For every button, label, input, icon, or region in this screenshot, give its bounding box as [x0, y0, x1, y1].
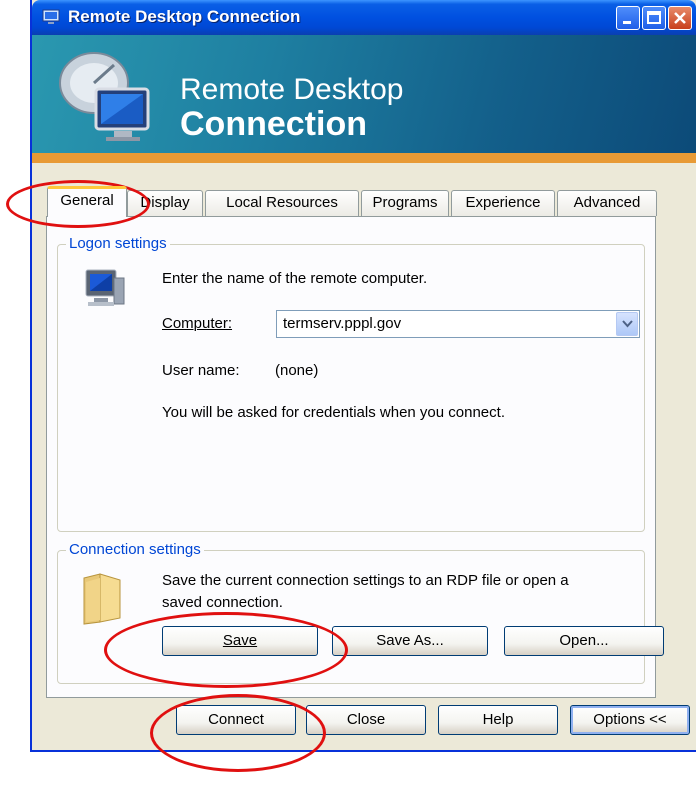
open-button[interactable]: Open... [504, 626, 664, 656]
banner: Remote Desktop Connection [32, 35, 696, 163]
close-button[interactable]: Close [306, 705, 426, 735]
minimize-button[interactable] [616, 6, 640, 30]
computer-value: termserv.pppl.gov [283, 315, 402, 332]
tab-display[interactable]: Display [127, 190, 203, 216]
connection-settings-group: Connection settings [57, 541, 645, 684]
banner-title-line1: Remote Desktop [180, 73, 404, 106]
satellite-monitor-icon [59, 52, 150, 141]
credentials-note: You will be asked for credentials when y… [162, 404, 505, 421]
username-label: User name: [162, 362, 240, 379]
computer-label: Computer: [162, 315, 233, 332]
window-title: Remote Desktop Connection [68, 7, 301, 26]
tab-programs[interactable]: Programs [361, 190, 449, 216]
connect-button[interactable]: Connect [176, 705, 296, 735]
close-window-button[interactable] [668, 6, 692, 30]
tab-experience[interactable]: Experience [451, 190, 555, 216]
tab-general[interactable]: General [47, 186, 127, 217]
folder-icon [83, 573, 121, 625]
computer-combobox[interactable]: termserv.pppl.gov [276, 310, 640, 338]
maximize-button[interactable] [642, 6, 666, 30]
banner-stripe [32, 153, 696, 163]
banner-title-line2: Connection [180, 105, 367, 143]
title-bar[interactable]: Remote Desktop Connection [32, 0, 696, 35]
maximize-icon [647, 11, 661, 24]
computer-icon [85, 269, 125, 306]
tab-local-resources[interactable]: Local Resources [205, 190, 359, 216]
chevron-down-icon [622, 320, 633, 328]
help-button[interactable]: Help [438, 705, 558, 735]
save-button[interactable]: Save [162, 626, 318, 656]
username-value: (none) [275, 362, 319, 379]
remote-desktop-window: Remote Desktop Connection Remote Desktop… [30, 0, 696, 752]
logon-instruction: Enter the name of the remote computer. [162, 270, 428, 287]
connection-description-line2: saved connection. [162, 594, 283, 611]
save-label: Save [222, 632, 258, 649]
save-as-button[interactable]: Save As... [332, 626, 488, 656]
logon-settings-label: Logon settings [66, 235, 170, 252]
close-icon [674, 12, 686, 24]
connection-settings-label: Connection settings [66, 541, 204, 558]
tab-advanced[interactable]: Advanced [557, 190, 657, 216]
connection-description-line1: Save the current connection settings to … [162, 572, 569, 589]
computer-dropdown-button[interactable] [616, 312, 638, 336]
logon-settings-group: Logon settings [57, 235, 645, 532]
options-button[interactable]: Options << [570, 705, 690, 735]
remote-desktop-icon [42, 9, 60, 24]
minimize-icon [623, 21, 631, 24]
